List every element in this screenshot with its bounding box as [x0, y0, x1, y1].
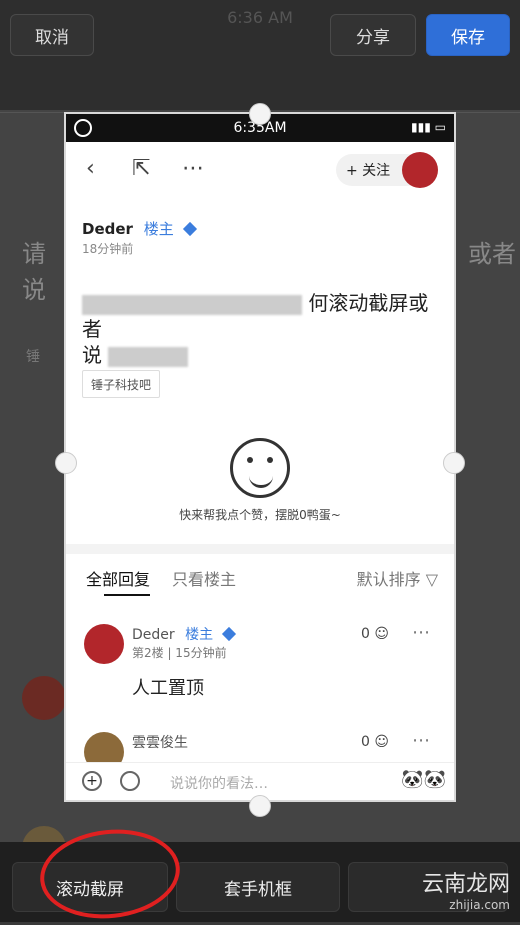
sort-control[interactable]: 默认排序 ▽ — [357, 566, 438, 590]
background-tag-fragment: 锤 — [26, 349, 40, 365]
phone-frame-button[interactable]: 套手机框 — [176, 862, 340, 912]
top-resize-handle[interactable] — [249, 103, 271, 125]
emoji-icon[interactable] — [120, 771, 140, 791]
tab-all-replies[interactable]: 全部回复 — [86, 566, 150, 590]
comment-like-count-2[interactable]: 0 ☺ — [361, 734, 389, 750]
like-icon: ☺ — [374, 626, 389, 642]
panda-sticker-icon: 🐼🐼 — [401, 769, 446, 790]
section-separator — [66, 544, 454, 554]
comment-input-placeholder[interactable]: 说说你的看法… — [170, 773, 268, 793]
user-avatar[interactable] — [402, 152, 438, 188]
comment-avatar[interactable] — [84, 624, 124, 664]
comment-meta: 第2楼 | 15分钟前 — [132, 646, 227, 660]
add-icon[interactable]: + — [82, 771, 102, 791]
verified-diamond-icon — [221, 626, 236, 642]
background-title-fragment-2: 说 — [22, 276, 46, 304]
author-badge: 楼主 — [143, 220, 174, 238]
more-icon[interactable]: ⋯ — [182, 156, 204, 181]
thumbs-up-face-icon — [230, 438, 290, 498]
watermark-line-1: 云南龙网 — [421, 872, 510, 897]
background-avatar — [22, 676, 66, 720]
verified-diamond-icon — [182, 221, 197, 237]
comment-tabs: 全部回复 只看楼主 默认排序 ▽ — [82, 566, 438, 596]
status-icons: ▮▮▮ ▭ — [411, 120, 446, 134]
tab-only-op[interactable]: 只看楼主 — [172, 566, 236, 590]
like-prompt: 快来帮我点个赞，摆脱0鸭蛋~ — [179, 508, 341, 522]
comment-text: 人工置顶 — [132, 678, 204, 699]
share-button[interactable]: 分享 — [330, 14, 416, 56]
author-name[interactable]: Deder — [82, 220, 133, 238]
forum-tag[interactable]: 锤子科技吧 — [82, 370, 161, 398]
cancel-button[interactable]: 取消 — [10, 14, 94, 56]
save-button[interactable]: 保存 — [426, 14, 510, 56]
phone-top-nav: ‹ ⇱ ⋯ + 关注 — [66, 142, 454, 198]
comment-author-2[interactable]: 雲雲俊生 — [132, 732, 188, 752]
active-tab-indicator — [104, 594, 150, 596]
status-circle-icon — [74, 119, 92, 137]
filter-icon: ▽ — [425, 570, 438, 589]
bottom-resize-handle[interactable] — [249, 795, 271, 817]
blurred-text-2 — [108, 346, 189, 367]
post-author: Deder 楼主 — [82, 218, 197, 239]
screenshot-preview-frame: 6:35AM ▮▮▮ ▭ ‹ ⇱ ⋯ + 关注 Deder 楼主 18分钟前 何… — [66, 114, 454, 800]
share-icon[interactable]: ⇱ — [132, 156, 150, 181]
post-title-line2: 说 — [82, 343, 102, 367]
post-title: 何滚动截屏或者 说 — [82, 290, 442, 368]
left-resize-handle[interactable] — [55, 452, 77, 474]
site-watermark: 云南龙网 zhijia.com — [422, 866, 510, 912]
comment-more-icon[interactable]: ⋯ — [412, 622, 430, 643]
right-resize-handle[interactable] — [443, 452, 465, 474]
comment-more-icon-2[interactable]: ⋯ — [412, 730, 430, 751]
comment-badge: 楼主 — [185, 627, 214, 643]
back-chevron-icon[interactable]: ‹ — [86, 156, 95, 181]
like-icon: ☺ — [374, 734, 389, 750]
background-title-fragment: 请 — [22, 240, 46, 268]
sort-label: 默认排序 — [356, 570, 421, 589]
post-time: 18分钟前 — [82, 242, 134, 256]
watermark-line-2: zhijia.com — [449, 898, 510, 912]
comment-author[interactable]: Deder 楼主 — [132, 624, 236, 644]
blurred-text — [82, 294, 302, 315]
background-title-fragment-right: 或者 — [468, 240, 516, 268]
comment-like-count[interactable]: 0 ☺ — [361, 626, 389, 642]
